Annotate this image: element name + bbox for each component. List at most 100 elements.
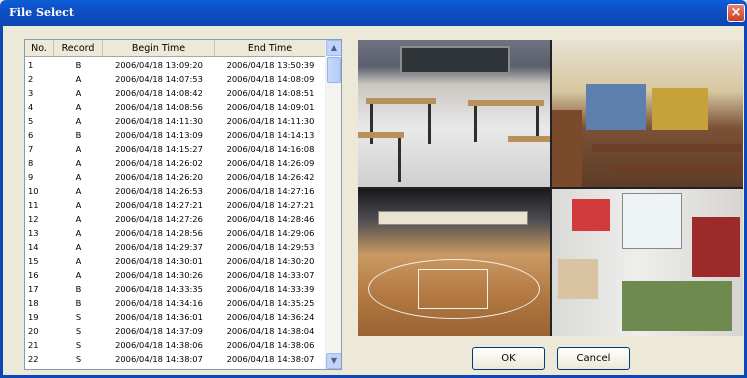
row-no: 12: [28, 214, 39, 224]
row-record: A: [75, 186, 82, 196]
row-record: S: [75, 312, 82, 322]
table-row[interactable]: 15 A 2006/04/18 14:30:01 2006/04/18 14:30:2…: [25, 254, 326, 268]
row-no: 17: [28, 284, 39, 294]
row-no: 16: [28, 270, 39, 280]
row-record: A: [75, 116, 82, 126]
row-end-time: 2006/04/18 14:38:06: [226, 340, 315, 350]
row-record: A: [75, 172, 82, 182]
row-record: S: [75, 340, 82, 350]
row-begin-time: 2006/04/18 14:28:56: [115, 228, 203, 238]
table-row[interactable]: 19 S 2006/04/18 14:36:01 2006/04/18 14:36:2…: [25, 310, 326, 324]
row-end-time: 2006/04/18 14:27:21: [226, 200, 315, 210]
title-bar: File Select ×: [0, 0, 747, 26]
column-header-record[interactable]: Record: [54, 40, 103, 56]
chevron-down-icon: ▼: [330, 356, 338, 365]
video-preview: [358, 40, 743, 336]
row-end-time: 2006/04/18 14:36:24: [226, 312, 315, 322]
row-end-time: 2006/04/18 14:38:04: [226, 326, 315, 336]
row-begin-time: 2006/04/18 14:15:27: [115, 144, 203, 154]
chevron-up-icon: ▲: [330, 43, 338, 52]
table-row[interactable]: 1 B 2006/04/18 13:09:20 2006/04/18 13:50:39: [25, 58, 326, 72]
table-row[interactable]: 11 A 2006/04/18 14:27:21 2006/04/18 14:27:2…: [25, 198, 326, 212]
table-row[interactable]: 22 S 2006/04/18 14:38:07 2006/04/18 14:38:0…: [25, 352, 326, 366]
table-row[interactable]: 4 A 2006/04/18 14:08:56 2006/04/18 14:09:01: [25, 100, 326, 114]
row-no: 10: [28, 186, 39, 196]
row-no: 8: [28, 158, 34, 168]
row-end-time: 2006/04/18 14:11:30: [226, 116, 315, 126]
vertical-scrollbar[interactable]: ▲ ▼: [325, 40, 341, 369]
row-begin-time: 2006/04/18 14:38:07: [115, 354, 203, 364]
row-begin-time: 2006/04/18 14:27:21: [115, 200, 203, 210]
table-row[interactable]: 16 A 2006/04/18 14:30:26 2006/04/18 14:33:0…: [25, 268, 326, 282]
scroll-down-button[interactable]: ▼: [326, 353, 341, 369]
table-row[interactable]: 8 A 2006/04/18 14:26:02 2006/04/18 14:26:09: [25, 156, 326, 170]
row-no: 20: [28, 326, 39, 336]
row-no: 3: [28, 88, 34, 98]
row-record: A: [75, 88, 82, 98]
table-row[interactable]: 18 B 2006/04/18 14:34:16 2006/04/18 14:35:2…: [25, 296, 326, 310]
row-begin-time: 2006/04/18 14:33:35: [115, 284, 203, 294]
row-end-time: 2006/04/18 14:26:42: [226, 172, 315, 182]
row-no: 15: [28, 256, 39, 266]
row-record: A: [75, 214, 82, 224]
row-no: 5: [28, 116, 34, 126]
row-end-time: 2006/04/18 14:08:09: [226, 74, 315, 84]
scroll-thumb[interactable]: [327, 57, 341, 83]
table-row[interactable]: 2 A 2006/04/18 14:07:53 2006/04/18 14:08:09: [25, 72, 326, 86]
row-record: A: [75, 200, 82, 210]
row-record: S: [75, 354, 82, 364]
table-row[interactable]: 20 S 2006/04/18 14:37:09 2006/04/18 14:38:0…: [25, 324, 326, 338]
column-header-begin-time[interactable]: Begin Time: [103, 40, 215, 56]
table-row[interactable]: 3 A 2006/04/18 14:08:42 2006/04/18 14:08:51: [25, 86, 326, 100]
row-end-time: 2006/04/18 14:38:07: [226, 354, 315, 364]
row-no: 18: [28, 298, 39, 308]
row-no: 1: [28, 60, 34, 70]
row-record: A: [75, 228, 82, 238]
column-header-no[interactable]: No.: [25, 40, 54, 56]
row-begin-time: 2006/04/18 13:09:20: [115, 60, 203, 70]
row-begin-time: 2006/04/18 14:34:16: [115, 298, 203, 308]
table-row[interactable]: 21 S 2006/04/18 14:38:06 2006/04/18 14:38:0…: [25, 338, 326, 352]
table-row[interactable]: 17 B 2006/04/18 14:33:35 2006/04/18 14:33:3…: [25, 282, 326, 296]
cancel-button[interactable]: Cancel: [557, 347, 630, 370]
row-begin-time: 2006/04/18 14:26:02: [115, 158, 203, 168]
row-begin-time: 2006/04/18 14:29:37: [115, 242, 203, 252]
row-record: A: [75, 74, 82, 84]
row-no: 7: [28, 144, 34, 154]
row-end-time: 2006/04/18 14:14:13: [226, 130, 315, 140]
scroll-up-button[interactable]: ▲: [326, 40, 341, 56]
row-record: A: [75, 256, 82, 266]
row-begin-time: 2006/04/18 14:30:01: [115, 256, 203, 266]
row-end-time: 2006/04/18 14:35:25: [226, 298, 315, 308]
ok-button[interactable]: OK: [472, 347, 545, 370]
window-title: File Select: [9, 6, 74, 19]
close-icon: ×: [730, 5, 742, 20]
file-list[interactable]: No. Record Begin Time End Time 1 B 2006/04…: [24, 39, 342, 370]
row-begin-time: 2006/04/18 14:26:20: [115, 172, 203, 182]
row-end-time: 2006/04/18 14:28:46: [226, 214, 315, 224]
row-no: 13: [28, 228, 39, 238]
table-row[interactable]: 7 A 2006/04/18 14:15:27 2006/04/18 14:16:08: [25, 142, 326, 156]
row-no: 21: [28, 340, 39, 350]
camera-view-gymnasium: [358, 189, 550, 336]
list-rows: 1 B 2006/04/18 13:09:20 2006/04/18 13:50:39…: [25, 58, 326, 366]
row-no: 19: [28, 312, 39, 322]
row-end-time: 2006/04/18 14:29:06: [226, 228, 315, 238]
row-record: B: [75, 284, 82, 294]
row-begin-time: 2006/04/18 14:13:09: [115, 130, 203, 140]
table-row[interactable]: 5 A 2006/04/18 14:11:30 2006/04/18 14:11:30: [25, 114, 326, 128]
list-header: No. Record Begin Time End Time: [25, 40, 326, 57]
row-record: B: [75, 298, 82, 308]
row-end-time: 2006/04/18 14:33:07: [226, 270, 315, 280]
table-row[interactable]: 13 A 2006/04/18 14:28:56 2006/04/18 14:29:0…: [25, 226, 326, 240]
row-record: A: [75, 158, 82, 168]
row-begin-time: 2006/04/18 14:37:09: [115, 326, 203, 336]
close-button[interactable]: ×: [727, 4, 745, 22]
table-row[interactable]: 6 B 2006/04/18 14:13:09 2006/04/18 14:14:13: [25, 128, 326, 142]
table-row[interactable]: 9 A 2006/04/18 14:26:20 2006/04/18 14:26:42: [25, 170, 326, 184]
table-row[interactable]: 14 A 2006/04/18 14:29:37 2006/04/18 14:29:5…: [25, 240, 326, 254]
table-row[interactable]: 10 A 2006/04/18 14:26:53 2006/04/18 14:27:1…: [25, 184, 326, 198]
row-begin-time: 2006/04/18 14:11:30: [115, 116, 203, 126]
column-header-end-time[interactable]: End Time: [215, 40, 326, 56]
table-row[interactable]: 12 A 2006/04/18 14:27:26 2006/04/18 14:28:4…: [25, 212, 326, 226]
